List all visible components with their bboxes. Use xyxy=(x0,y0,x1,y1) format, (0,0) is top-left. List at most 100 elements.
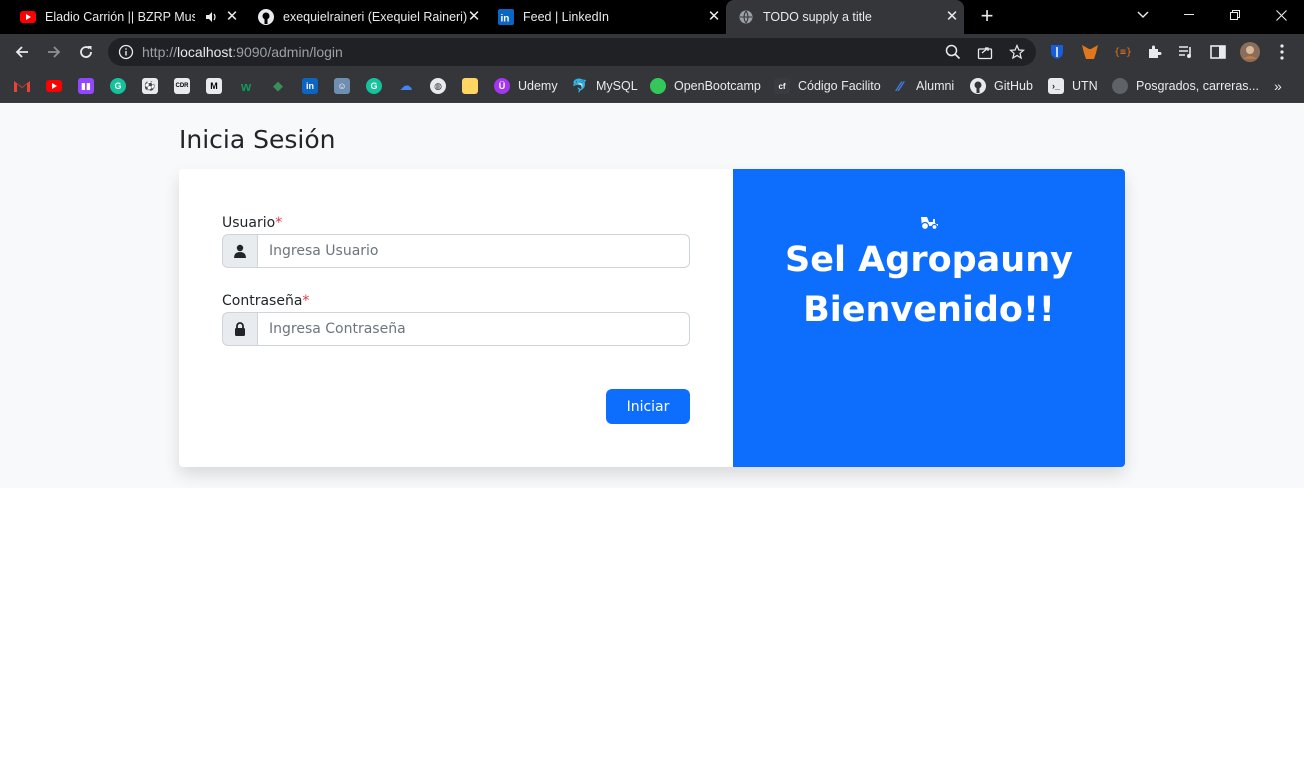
close-icon[interactable]: ✕ xyxy=(466,9,482,25)
terminal-icon: ›_ xyxy=(1048,78,1064,94)
forward-button[interactable] xyxy=(42,40,66,64)
bookmark-linkedin[interactable]: in xyxy=(302,76,318,96)
mysql-icon: 🐬 xyxy=(571,78,589,93)
bookmark-utn[interactable]: ›_ UTN xyxy=(1048,76,1098,96)
bookmark-mysql[interactable]: 🐬 MySQL xyxy=(572,76,638,96)
username-input[interactable] xyxy=(258,234,690,268)
login-form: Usuario* Contraseña* Iniciar xyxy=(179,169,733,467)
bookmark-cloud[interactable]: ☁ xyxy=(398,76,414,96)
bookmark-udemy[interactable]: Ü Udemy xyxy=(494,76,558,96)
tab-linkedin[interactable]: in Feed | LinkedIn ✕ xyxy=(486,0,726,34)
svg-text:in: in xyxy=(501,14,510,25)
login-button[interactable]: Iniciar xyxy=(606,389,690,424)
browser-toolbar: http://localhost:9090/admin/login {≡} xyxy=(0,34,1304,70)
share-icon[interactable] xyxy=(976,43,994,61)
tab-search-icon[interactable] xyxy=(1120,0,1166,30)
bookmark-youtube[interactable] xyxy=(46,76,62,96)
bookmark-ethereum[interactable]: ◆ xyxy=(270,76,286,96)
tab-strip: Eladio Carrión || BZRP Music ✕ exequielr… xyxy=(0,0,1304,34)
profile-icon: ☺ xyxy=(334,78,350,94)
grammarly-icon: G xyxy=(366,78,382,94)
username-group xyxy=(222,234,690,268)
bookmark-github[interactable]: GitHub xyxy=(970,76,1033,96)
username-label: Usuario* xyxy=(222,215,283,231)
bookmark-alumni[interactable]: ⁄⁄ Alumni xyxy=(892,76,955,96)
gmail-icon xyxy=(14,78,30,94)
globe-icon: ◍ xyxy=(430,78,446,94)
brand-name: Sel Agropauny xyxy=(785,240,1073,280)
side-panel-icon[interactable] xyxy=(1208,42,1228,62)
bookmark-profile[interactable]: ☺ xyxy=(334,76,350,96)
bookmark-medium[interactable]: M xyxy=(206,76,222,96)
soccer-icon: ⚽ xyxy=(142,78,158,94)
youtube-icon xyxy=(20,9,36,25)
password-label: Contraseña* xyxy=(222,293,310,309)
media-control-icon[interactable] xyxy=(1176,42,1196,62)
openbootcamp-icon xyxy=(650,78,666,94)
tab-title: TODO supply a title xyxy=(763,10,872,24)
close-icon[interactable]: ✕ xyxy=(224,9,240,25)
tab-active[interactable]: TODO supply a title ✕ xyxy=(726,0,964,34)
bookmark-soccer[interactable]: ⚽ xyxy=(142,76,158,96)
bookmarks-bar: ▮▮ G ⚽ CDR M w ◆ in ☺ G ☁ ◍ Ü Udemy 🐬 MySQ… xyxy=(0,70,1304,103)
udemy-icon: Ü xyxy=(494,78,510,94)
codigofacilito-icon: cf xyxy=(774,78,790,94)
bookmark-gmail[interactable] xyxy=(14,76,30,96)
alumni-icon: ⁄⁄ xyxy=(897,78,903,94)
zoom-icon[interactable] xyxy=(944,43,962,61)
ethereum-icon: ◆ xyxy=(273,78,283,93)
close-icon[interactable]: ✕ xyxy=(706,9,722,25)
bookmark-codigo-facilito[interactable]: cf Código Facilito xyxy=(774,76,881,96)
star-icon[interactable] xyxy=(1008,43,1026,61)
extensions-icon[interactable] xyxy=(1144,42,1164,62)
tab-youtube[interactable]: Eladio Carrión || BZRP Music ✕ xyxy=(0,0,244,34)
tab-title: Eladio Carrión || BZRP Music xyxy=(45,10,195,24)
note-icon xyxy=(462,78,478,94)
close-icon[interactable]: ✕ xyxy=(944,9,960,25)
restore-button[interactable] xyxy=(1212,0,1258,30)
bookmark-twitch[interactable]: ▮▮ xyxy=(78,76,94,96)
new-tab-button[interactable]: + xyxy=(976,5,998,28)
tab-title: Feed | LinkedIn xyxy=(523,10,609,24)
bookmark-w[interactable]: w xyxy=(238,76,254,96)
back-button[interactable] xyxy=(10,40,34,64)
bookmark-coder[interactable]: CDR xyxy=(174,76,190,96)
login-card: Usuario* Contraseña* Iniciar Sel xyxy=(179,169,1125,467)
page-title: Inicia Sesión xyxy=(179,125,336,154)
cloud-icon: ☁ xyxy=(399,78,413,93)
bitwarden-icon[interactable] xyxy=(1047,42,1067,62)
menu-kebab-icon[interactable] xyxy=(1272,42,1292,62)
reload-button[interactable] xyxy=(74,40,98,64)
welcome-heading: Sel Agropauny Bienvenido!! xyxy=(733,235,1125,335)
linkedin-icon: in xyxy=(302,78,318,94)
speaker-icon[interactable] xyxy=(204,10,218,24)
youtube-icon xyxy=(46,78,62,94)
metamask-icon[interactable] xyxy=(1080,42,1100,62)
bookmarks-overflow-icon[interactable]: » xyxy=(1274,76,1282,96)
page-body: Inicia Sesión Usuario* Contraseña* Inici… xyxy=(0,103,1304,488)
bookmark-note[interactable] xyxy=(462,76,478,96)
bookmark-grammarly[interactable]: G xyxy=(110,76,126,96)
welcome-panel: Sel Agropauny Bienvenido!! xyxy=(733,169,1125,467)
bookmark-posgrados[interactable]: Posgrados, carreras... xyxy=(1112,76,1259,96)
medium-icon: M xyxy=(206,78,222,94)
json-viewer-icon[interactable]: {≡} xyxy=(1113,42,1133,62)
password-input[interactable] xyxy=(258,312,690,346)
bookmark-openbootcamp[interactable]: OpenBootcamp xyxy=(650,76,761,96)
tab-title: exequielraineri (Exequiel Raineri) xyxy=(283,10,468,24)
circle-icon xyxy=(1112,78,1128,94)
github-icon xyxy=(258,9,274,25)
profile-avatar-icon[interactable] xyxy=(1240,42,1260,62)
info-icon[interactable] xyxy=(118,44,134,60)
globe-icon xyxy=(738,9,754,25)
bookmark-globe[interactable]: ◍ xyxy=(430,76,446,96)
minimize-button[interactable] xyxy=(1166,0,1212,30)
bookmark-grammarly-2[interactable]: G xyxy=(366,76,382,96)
tab-github[interactable]: exequielraineri (Exequiel Raineri) ✕ xyxy=(244,0,486,34)
close-window-button[interactable] xyxy=(1258,0,1304,30)
address-bar[interactable]: http://localhost:9090/admin/login xyxy=(108,38,1036,66)
welcome-message: Bienvenido!! xyxy=(803,290,1055,330)
password-group xyxy=(222,312,690,346)
lock-icon xyxy=(222,312,258,346)
grammarly-icon: G xyxy=(110,78,126,94)
